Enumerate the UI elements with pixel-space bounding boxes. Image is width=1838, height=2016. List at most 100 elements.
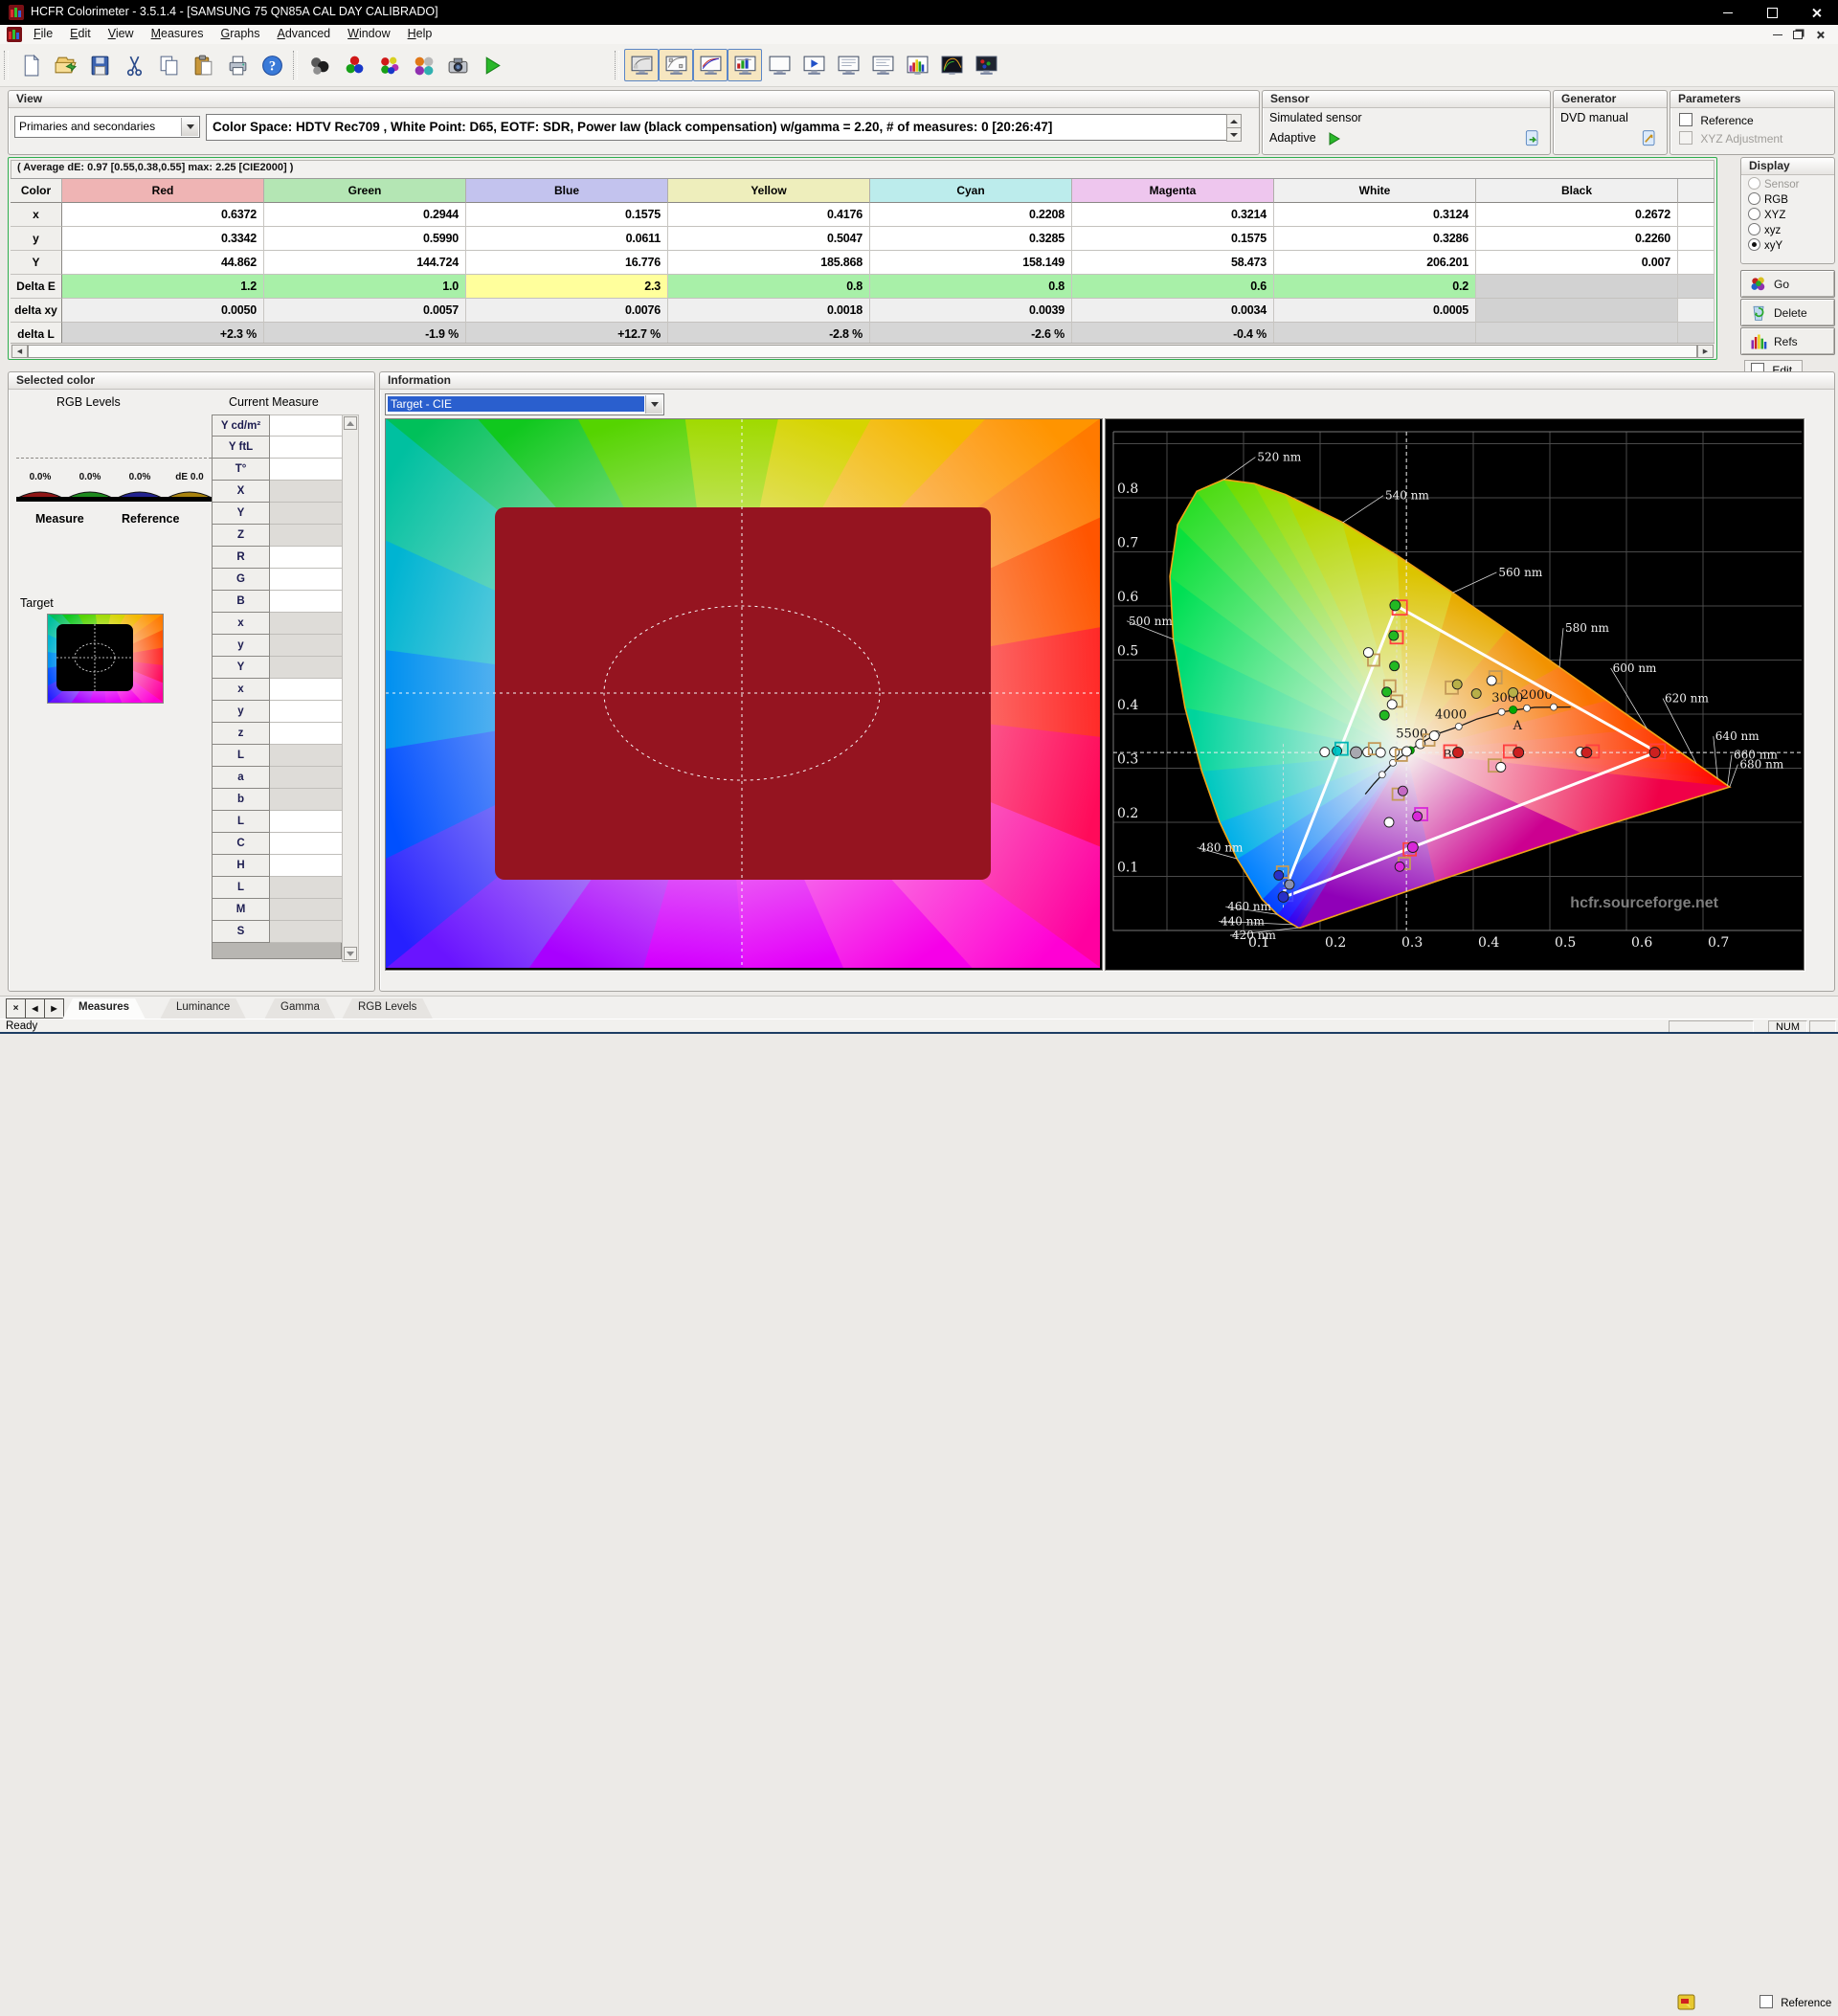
cell-delta-e-black[interactable] xyxy=(1476,275,1678,299)
monitor-multi-button[interactable] xyxy=(728,49,762,81)
cut-button[interactable] xyxy=(117,49,151,81)
cell-delta-xy-cyan[interactable]: 0.0039 xyxy=(870,299,1072,323)
cell-delta-xy-blue[interactable]: 0.0076 xyxy=(466,299,668,323)
scroll-down-icon[interactable] xyxy=(344,947,357,960)
chevron-down-icon[interactable] xyxy=(181,118,198,136)
cell-delta-xy-yellow[interactable]: 0.0018 xyxy=(668,299,870,323)
cell-y-white[interactable]: 0.3286 xyxy=(1274,227,1476,251)
view-preset-select[interactable]: Primaries and secondaries xyxy=(14,116,200,138)
cell-x-green[interactable]: 0.2944 xyxy=(264,203,466,227)
measure-list-scrollbar[interactable] xyxy=(342,414,359,962)
cell-x-blue[interactable]: 0.1575 xyxy=(466,203,668,227)
close-button[interactable] xyxy=(1794,0,1838,25)
print-button[interactable] xyxy=(220,49,255,81)
display-option-xyy[interactable]: xyY xyxy=(1741,236,1834,252)
cell-y-cyan[interactable]: 158.149 xyxy=(870,251,1072,275)
menu-edit[interactable]: Edit xyxy=(61,25,100,40)
measure-count-spinner[interactable] xyxy=(1226,114,1242,142)
monitor-plain-button[interactable] xyxy=(762,49,796,81)
cell-delta-xy-white[interactable]: 0.0005 xyxy=(1274,299,1476,323)
balls-gray-button[interactable] xyxy=(303,49,337,81)
display-option-xyz[interactable]: xyz xyxy=(1741,221,1834,236)
cell-x-black[interactable]: 0.2672 xyxy=(1476,203,1678,227)
histogram-rgb-button[interactable] xyxy=(900,49,934,81)
cell-y-red[interactable]: 0.3342 xyxy=(62,227,264,251)
cell-x-magenta[interactable]: 0.3214 xyxy=(1072,203,1274,227)
menu-window[interactable]: Window xyxy=(339,25,398,40)
reference-status-checkbox[interactable]: Reference xyxy=(1760,1995,1831,2009)
cell-y-magenta[interactable]: 58.473 xyxy=(1072,251,1274,275)
spectrum-chart-button[interactable] xyxy=(934,49,969,81)
cell-y-cyan[interactable]: 0.3285 xyxy=(870,227,1072,251)
display-option-xyz[interactable]: XYZ xyxy=(1741,206,1834,221)
cell-x-yellow[interactable]: 0.4176 xyxy=(668,203,870,227)
cell-y-green[interactable]: 144.724 xyxy=(264,251,466,275)
monitor-play-button[interactable] xyxy=(796,49,831,81)
new-file-button[interactable] xyxy=(13,49,48,81)
cell-y-green[interactable]: 0.5990 xyxy=(264,227,466,251)
sensor-run-icon[interactable] xyxy=(1328,132,1341,146)
monitor-gray-chart-button[interactable] xyxy=(624,49,659,81)
close-tab-button[interactable]: × xyxy=(6,998,26,1019)
information-view-select[interactable]: Target - CIE xyxy=(385,393,664,415)
menu-graphs[interactable]: Graphs xyxy=(213,25,269,40)
cell-x-cyan[interactable]: 0.2208 xyxy=(870,203,1072,227)
save-button[interactable] xyxy=(82,49,117,81)
menu-file[interactable]: File xyxy=(25,25,61,40)
display-option-rgb[interactable]: RGB xyxy=(1741,190,1834,206)
cell-y-yellow[interactable]: 185.868 xyxy=(668,251,870,275)
menu-measures[interactable]: Measures xyxy=(143,25,213,40)
maximize-button[interactable] xyxy=(1750,0,1794,25)
cell-y-black[interactable]: 0.007 xyxy=(1476,251,1678,275)
radio-icon[interactable] xyxy=(1748,238,1760,251)
minimize-button[interactable] xyxy=(1706,0,1750,25)
refs-button[interactable]: Refs xyxy=(1740,327,1835,355)
balls-multi-button[interactable] xyxy=(371,49,406,81)
go-button[interactable]: Go xyxy=(1740,270,1835,298)
cell-delta-e-yellow[interactable]: 0.8 xyxy=(668,275,870,299)
cell-y-blue[interactable]: 16.776 xyxy=(466,251,668,275)
paste-button[interactable] xyxy=(186,49,220,81)
radio-icon[interactable] xyxy=(1748,192,1760,205)
mdi-restore-button[interactable] xyxy=(1789,28,1806,42)
sensor-config-icon[interactable] xyxy=(1523,129,1542,148)
cell-x-white[interactable]: 0.3124 xyxy=(1274,203,1476,227)
cell-x-red[interactable]: 0.6372 xyxy=(62,203,264,227)
cell-y-white[interactable]: 206.201 xyxy=(1274,251,1476,275)
radio-icon[interactable] xyxy=(1748,208,1760,220)
monitor-doc2-button[interactable] xyxy=(865,49,900,81)
mdi-close-button[interactable] xyxy=(1811,28,1828,42)
cell-delta-e-magenta[interactable]: 0.6 xyxy=(1072,275,1274,299)
monitor-dark-button[interactable] xyxy=(969,49,1003,81)
cell-delta-e-blue[interactable]: 2.3 xyxy=(466,275,668,299)
help-button[interactable]: ? xyxy=(255,49,289,81)
chevron-down-icon[interactable] xyxy=(645,395,662,414)
camera-button[interactable] xyxy=(440,49,475,81)
tab-scroll-left-button[interactable]: ◀ xyxy=(25,998,45,1019)
menu-advanced[interactable]: Advanced xyxy=(269,25,340,40)
cell-y-magenta[interactable]: 0.1575 xyxy=(1072,227,1274,251)
cell-y-blue[interactable]: 0.0611 xyxy=(466,227,668,251)
run-measure-button[interactable] xyxy=(475,49,509,81)
reference-status-box[interactable] xyxy=(1760,1995,1773,2008)
cell-delta-e-red[interactable]: 1.2 xyxy=(62,275,264,299)
scroll-right-icon[interactable]: ▶ xyxy=(1697,345,1714,358)
scroll-left-icon[interactable]: ◀ xyxy=(11,345,28,358)
cell-delta-xy-green[interactable]: 0.0057 xyxy=(264,299,466,323)
table-horizontal-scrollbar[interactable]: ◀ ▶ xyxy=(11,343,1715,358)
menu-view[interactable]: View xyxy=(100,25,143,40)
cell-delta-xy-red[interactable]: 0.0050 xyxy=(62,299,264,323)
cell-delta-xy-black[interactable] xyxy=(1476,299,1678,323)
delete-button[interactable]: Delete xyxy=(1740,299,1835,326)
cell-y-red[interactable]: 44.862 xyxy=(62,251,264,275)
radio-icon[interactable] xyxy=(1748,223,1760,235)
balls-rgb-button[interactable] xyxy=(337,49,371,81)
cell-delta-xy-magenta[interactable]: 0.0034 xyxy=(1072,299,1274,323)
menu-help[interactable]: Help xyxy=(399,25,441,40)
scrollbar-thumb[interactable] xyxy=(28,345,1697,358)
cell-delta-e-white[interactable]: 0.2 xyxy=(1274,275,1476,299)
scroll-up-icon[interactable] xyxy=(344,416,357,430)
copy-button[interactable] xyxy=(151,49,186,81)
cell-delta-e-cyan[interactable]: 0.8 xyxy=(870,275,1072,299)
reference-checkbox[interactable]: Reference xyxy=(1679,113,1754,127)
